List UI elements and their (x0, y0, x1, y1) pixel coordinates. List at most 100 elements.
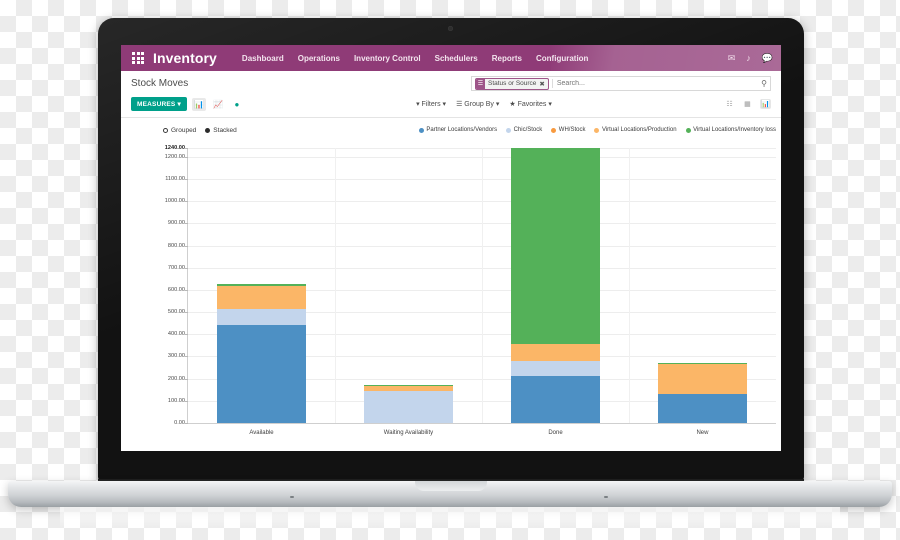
filters-dropdown[interactable]: ▾ Filters ▾ (416, 100, 446, 108)
nav-menu-reports[interactable]: Reports (485, 54, 529, 63)
star-icon: ★ (509, 101, 516, 108)
mail-icon[interactable]: ✉ (728, 53, 736, 63)
y-axis-tick-label: 100.00 (167, 397, 185, 404)
bar-segment[interactable] (658, 363, 747, 365)
legend-item[interactable]: WH/Stock (551, 127, 585, 133)
odoo-inventory-app: Inventory Dashboard Operations Inventory… (121, 45, 781, 451)
messages-icon[interactable]: 💬 (762, 53, 773, 63)
laptop-screen: Inventory Dashboard Operations Inventory… (121, 45, 781, 451)
y-axis-tick-label: 1240.00 (164, 145, 185, 151)
legend-label: Virtual Locations/Inventory loss (693, 127, 776, 133)
chart-legends: Grouped Stacked Partner Locations/Vendor… (121, 124, 781, 136)
legend-item[interactable]: Virtual Locations/Inventory loss (685, 127, 776, 133)
groupby-dropdown[interactable]: ☰ Group By ▾ (456, 100, 499, 108)
bar-segment[interactable] (658, 364, 747, 395)
x-axis-tick-label: Available (249, 430, 274, 436)
bar-series-container: Available Waiting Availability Done New (188, 148, 776, 436)
y-axis-tick-label: 1200.00 (164, 153, 185, 160)
series-legend: Partner Locations/Vendors Chic/Stock WH/St… (418, 127, 776, 133)
x-axis-tick-label: Done (548, 430, 563, 436)
legend-color-swatch-icon (685, 127, 691, 133)
laptop-reflection (60, 507, 840, 529)
bar-segment[interactable] (511, 148, 600, 345)
y-axis-tick-label: 600.00 (167, 286, 185, 293)
mode-option-grouped[interactable]: Grouped (163, 127, 196, 134)
pie-chart-icon[interactable]: ● (230, 98, 244, 111)
bar-segment[interactable] (658, 394, 747, 423)
bar-segment[interactable] (364, 386, 453, 391)
nav-menu-operations[interactable]: Operations (291, 54, 347, 63)
bar-chart-icon[interactable]: 📊 (191, 97, 206, 111)
bar-segment[interactable] (217, 309, 306, 326)
groupby-label: Group By (464, 101, 494, 108)
apps-grid-icon[interactable] (127, 52, 149, 64)
list-icon: ☰ (456, 101, 463, 108)
navbar-right-icons: ✉ ♪ 💬 (728, 45, 773, 71)
bar-group: Waiting Availability (364, 148, 453, 436)
funnel-icon: ▾ (416, 101, 420, 108)
activity-icon[interactable]: ♪ (746, 53, 751, 63)
facet-label: Status or Source (488, 80, 537, 87)
measures-button[interactable]: MEASURES ▾ (131, 97, 187, 111)
nav-menu-configuration[interactable]: Configuration (529, 54, 595, 63)
nav-menu-schedulers[interactable]: Schedulers (428, 54, 485, 63)
favorites-label: Favorites (517, 101, 547, 108)
legend-color-swatch-icon (551, 127, 557, 133)
x-axis-tick-label: Waiting Availability (383, 430, 434, 436)
facet-list-icon: ☰ (476, 78, 485, 89)
breadcrumb: Stock Moves (131, 78, 189, 89)
legend-label: Virtual Locations/Production (601, 127, 677, 133)
legend-color-swatch-icon (418, 127, 424, 133)
pivot-view-icon[interactable]: ▦ (742, 99, 753, 109)
bar-segment[interactable] (511, 376, 600, 423)
legend-item[interactable]: Partner Locations/Vendors (418, 127, 497, 133)
y-axis-tick-label: 900.00 (167, 220, 185, 227)
nav-menu-dashboard[interactable]: Dashboard (235, 54, 291, 63)
plot-area: 0.00 100.00 200.00 300.00 400.00 500.00 600.00… (155, 140, 776, 445)
y-axis-tick-label: 500.00 (167, 309, 185, 316)
top-navbar: Inventory Dashboard Operations Inventory… (121, 45, 781, 71)
laptop-foot-left (290, 496, 294, 498)
radio-selected-icon (205, 127, 211, 133)
search-bar[interactable]: ☰ Status or Source ✖ ⚲ (471, 76, 771, 91)
list-view-icon[interactable]: ☷ (724, 99, 735, 109)
x-axis-tick-label: New (696, 430, 709, 436)
measures-label: MEASURES (137, 101, 176, 108)
y-axis-tick-label: 400.00 (167, 331, 185, 338)
control-panel: Stock Moves ☰ Status or Source ✖ ⚲ (121, 71, 781, 118)
stack-mode-legend: Grouped Stacked (163, 127, 237, 134)
bar-group: Available (217, 148, 306, 436)
bar-segment[interactable] (217, 325, 306, 423)
laptop-base-notch (415, 481, 487, 491)
legend-item[interactable]: Virtual Locations/Production (594, 127, 677, 133)
bar-group: Done (511, 148, 600, 436)
nav-menu-inventory-control[interactable]: Inventory Control (347, 54, 428, 63)
laptop-foot-right (604, 496, 608, 498)
bar-segment[interactable] (217, 284, 306, 286)
bar-group: New (658, 148, 747, 436)
facet-remove-icon[interactable]: ✖ (539, 80, 547, 88)
bar-segment[interactable] (364, 390, 453, 423)
y-axis-tick-mark (185, 423, 188, 424)
webcam-icon (448, 26, 453, 31)
legend-item[interactable]: Chic/Stock (506, 127, 542, 133)
mode-label-stacked: Stacked (213, 126, 237, 134)
y-axis-tick-label: 200.00 (167, 375, 185, 382)
bar-segment[interactable] (217, 285, 306, 310)
mode-label-grouped: Grouped (171, 126, 197, 134)
y-axis-tick-label: 1100.00 (165, 176, 185, 183)
axes: 0.00 100.00 200.00 300.00 400.00 500.00 600.00… (165, 145, 776, 436)
search-icon[interactable]: ⚲ (761, 79, 767, 88)
bar-segment[interactable] (364, 385, 453, 387)
search-input[interactable] (551, 79, 758, 88)
mode-option-stacked[interactable]: Stacked (205, 127, 237, 134)
app-brand-title[interactable]: Inventory (153, 50, 217, 66)
legend-color-swatch-icon (506, 127, 512, 133)
favorites-dropdown[interactable]: ★ Favorites ▾ (509, 100, 552, 108)
graph-view-icon[interactable]: 📊 (759, 99, 771, 109)
y-axis-tick-label: 700.00 (167, 264, 185, 271)
bar-segment[interactable] (511, 344, 600, 361)
bar-segment[interactable] (511, 360, 600, 377)
search-facet[interactable]: ☰ Status or Source ✖ (475, 77, 549, 90)
line-chart-icon[interactable]: 📈 (211, 98, 225, 111)
